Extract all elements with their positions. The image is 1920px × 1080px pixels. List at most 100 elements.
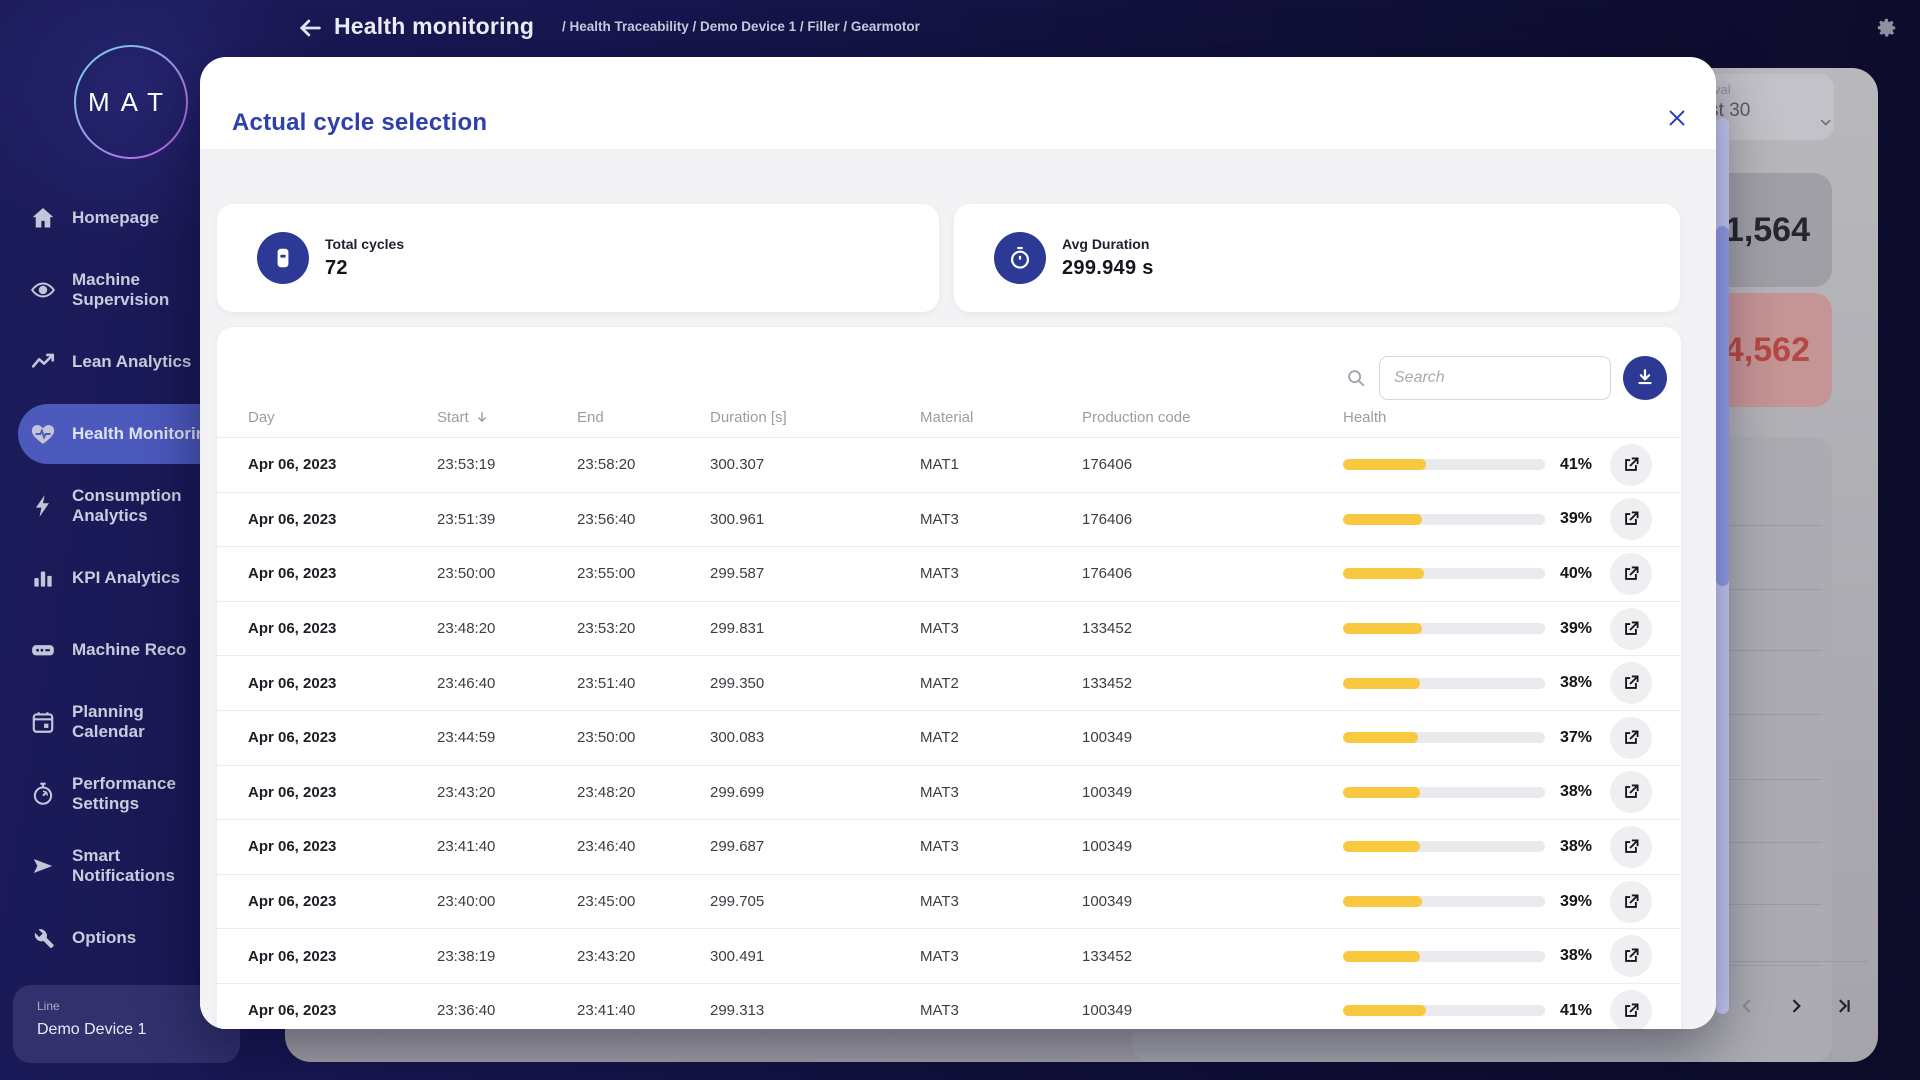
gear-icon[interactable] <box>1876 17 1898 39</box>
cell-day: Apr 06, 2023 <box>248 784 437 801</box>
cell-day: Apr 06, 2023 <box>248 893 437 910</box>
cell-day: Apr 06, 2023 <box>248 620 437 637</box>
table-row[interactable]: Apr 06, 2023 23:40:00 23:45:00 299.705 M… <box>217 874 1681 929</box>
scrollbar-track[interactable] <box>1716 118 1729 1014</box>
table-row[interactable]: Apr 06, 2023 23:41:40 23:46:40 299.687 M… <box>217 819 1681 874</box>
back-arrow-icon[interactable] <box>296 14 324 42</box>
col-header-duration[interactable]: Duration [s] <box>710 409 920 426</box>
cell-material: MAT3 <box>920 511 1082 528</box>
col-header-start[interactable]: Start <box>437 409 577 426</box>
cell-day: Apr 06, 2023 <box>248 456 437 473</box>
cell-material: MAT1 <box>920 456 1082 473</box>
cell-material: MAT2 <box>920 729 1082 746</box>
table-row[interactable]: Apr 06, 2023 23:38:19 23:43:20 300.491 M… <box>217 928 1681 983</box>
table-row[interactable]: Apr 06, 2023 23:36:40 23:41:40 299.313 M… <box>217 983 1681 1029</box>
download-button[interactable] <box>1623 356 1667 400</box>
page-last-icon[interactable] <box>1834 996 1854 1016</box>
cell-production-code: 133452 <box>1082 620 1343 637</box>
open-in-new-icon <box>1621 728 1641 748</box>
open-cycle-button[interactable] <box>1610 935 1652 977</box>
health-bar-fill <box>1343 1005 1426 1016</box>
open-cycle-button[interactable] <box>1610 662 1652 704</box>
cell-start: 23:40:00 <box>437 893 577 910</box>
col-header-health[interactable]: Health <box>1343 409 1545 426</box>
search-input[interactable] <box>1379 356 1611 400</box>
cell-start: 23:53:19 <box>437 456 577 473</box>
close-icon[interactable] <box>1666 107 1688 129</box>
cell-start: 23:51:39 <box>437 511 577 528</box>
open-cycle-button[interactable] <box>1610 826 1652 868</box>
open-cycle-button[interactable] <box>1610 498 1652 540</box>
counter-icon <box>257 232 309 284</box>
cell-end: 23:55:00 <box>577 565 710 582</box>
bolt-icon <box>30 493 56 519</box>
open-cycle-button[interactable] <box>1610 553 1652 595</box>
table-header-row: Day Start End Duration [s] Material Prod… <box>217 397 1681 437</box>
table-row[interactable]: Apr 06, 2023 23:46:40 23:51:40 299.350 M… <box>217 655 1681 710</box>
cell-end: 23:58:20 <box>577 456 710 473</box>
health-bar-fill <box>1343 459 1426 470</box>
table-row[interactable]: Apr 06, 2023 23:53:19 23:58:20 300.307 M… <box>217 437 1681 492</box>
cell-material: MAT3 <box>920 620 1082 637</box>
open-cycle-button[interactable] <box>1610 608 1652 650</box>
cell-day: Apr 06, 2023 <box>248 838 437 855</box>
page-next-icon[interactable] <box>1786 996 1806 1016</box>
health-bar-fill <box>1343 732 1418 743</box>
cell-production-code: 133452 <box>1082 675 1343 692</box>
open-cycle-button[interactable] <box>1610 990 1652 1029</box>
health-bar <box>1343 623 1545 634</box>
heart-pulse-icon <box>30 421 56 447</box>
breadcrumb[interactable]: / Health Traceability / Demo Device 1 / … <box>562 19 920 34</box>
eye-icon <box>30 277 56 303</box>
page-title: Health monitoring <box>334 13 534 40</box>
cell-start: 23:41:40 <box>437 838 577 855</box>
cell-start: 23:36:40 <box>437 1002 577 1019</box>
gamepad-icon <box>30 637 56 663</box>
cell-duration: 299.831 <box>710 620 920 637</box>
top-header: Health monitoring / Health Traceability … <box>0 0 1920 57</box>
col-header-production-code[interactable]: Production code <box>1082 409 1343 426</box>
cell-day: Apr 06, 2023 <box>248 1002 437 1019</box>
col-header-day[interactable]: Day <box>248 409 437 426</box>
table-row[interactable]: Apr 06, 2023 23:50:00 23:55:00 299.587 M… <box>217 546 1681 601</box>
open-in-new-icon <box>1621 837 1641 857</box>
chevron-down-icon <box>1818 114 1834 130</box>
scrollbar-thumb[interactable] <box>1716 226 1729 586</box>
health-percent: 37% <box>1545 729 1592 747</box>
cell-day: Apr 06, 2023 <box>248 675 437 692</box>
col-header-material[interactable]: Material <box>920 409 1082 426</box>
table-row[interactable]: Apr 06, 2023 23:51:39 23:56:40 300.961 M… <box>217 492 1681 547</box>
table-row[interactable]: Apr 06, 2023 23:43:20 23:48:20 299.699 M… <box>217 765 1681 820</box>
cell-start: 23:38:19 <box>437 948 577 965</box>
open-cycle-button[interactable] <box>1610 717 1652 759</box>
health-bar <box>1343 896 1545 907</box>
cell-duration: 299.587 <box>710 565 920 582</box>
page-previous-icon[interactable] <box>1738 996 1758 1016</box>
health-bar <box>1343 678 1545 689</box>
cell-start: 23:43:20 <box>437 784 577 801</box>
cell-material: MAT2 <box>920 675 1082 692</box>
calendar-icon <box>30 709 56 735</box>
health-bar-fill <box>1343 568 1424 579</box>
health-bar-fill <box>1343 678 1420 689</box>
open-cycle-button[interactable] <box>1610 444 1652 486</box>
cell-duration: 300.961 <box>710 511 920 528</box>
open-in-new-icon <box>1621 892 1641 912</box>
cell-production-code: 176406 <box>1082 511 1343 528</box>
open-cycle-button[interactable] <box>1610 881 1652 923</box>
col-header-end[interactable]: End <box>577 409 710 426</box>
open-cycle-button[interactable] <box>1610 771 1652 813</box>
table-row[interactable]: Apr 06, 2023 23:48:20 23:53:20 299.831 M… <box>217 601 1681 656</box>
search-icon <box>1345 367 1367 389</box>
health-percent: 38% <box>1545 947 1592 965</box>
cell-end: 23:48:20 <box>577 784 710 801</box>
health-percent: 38% <box>1545 674 1592 692</box>
health-bar <box>1343 514 1545 525</box>
avg-duration-value: 299.949 s <box>1062 257 1154 280</box>
home-icon <box>30 205 56 231</box>
download-icon <box>1634 367 1656 389</box>
cell-material: MAT3 <box>920 565 1082 582</box>
table-row[interactable]: Apr 06, 2023 23:44:59 23:50:00 300.083 M… <box>217 710 1681 765</box>
health-bar <box>1343 1005 1545 1016</box>
pagination <box>1738 996 1854 1016</box>
